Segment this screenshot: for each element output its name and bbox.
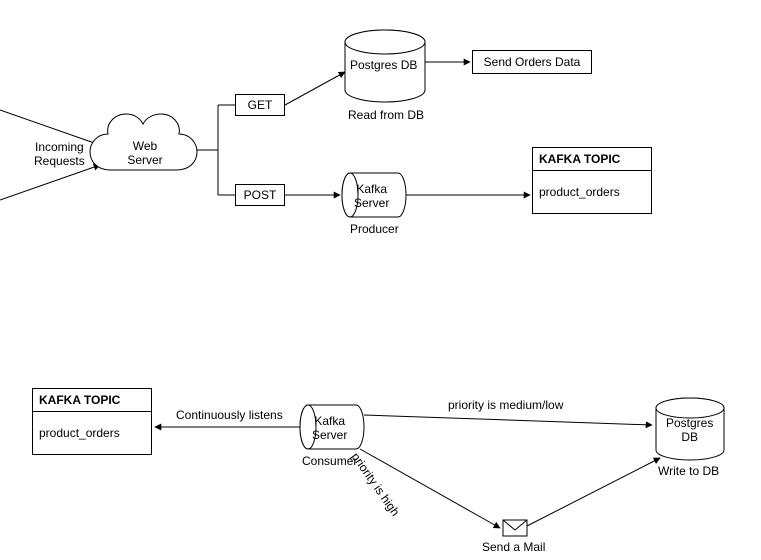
mail-icon — [503, 520, 527, 536]
kafka-topic-top-body: product_orders — [533, 171, 651, 213]
incoming-requests-label: Incoming Requests — [34, 140, 85, 168]
continuously-listens-label: Continuously listens — [176, 408, 283, 422]
write-to-db-caption: Write to DB — [658, 464, 719, 478]
kafka-topic-bottom: KAFKA TOPIC product_orders — [32, 388, 152, 455]
web-server: Web Server — [105, 135, 185, 170]
get-box: GET — [235, 94, 285, 116]
kafka-server-top-label: Kafka Server — [354, 182, 389, 210]
producer-caption: Producer — [350, 222, 399, 236]
kafka-topic-top-title: KAFKA TOPIC — [533, 148, 651, 171]
kafka-topic-bottom-body: product_orders — [33, 412, 151, 454]
post-box: POST — [235, 184, 285, 206]
kafka-server-bottom-label: Kafka Server — [312, 414, 347, 442]
read-from-db-caption: Read from DB — [348, 108, 424, 122]
kafka-topic-top: KAFKA TOPIC product_orders — [532, 147, 652, 214]
priority-medium-low-label: priority is medium/low — [448, 398, 563, 412]
priority-high-label: priority is high — [349, 450, 403, 519]
kafka-topic-bottom-title: KAFKA TOPIC — [33, 389, 151, 412]
send-mail-caption: Send a Mail — [482, 540, 545, 554]
send-orders-box: Send Orders Data — [472, 50, 592, 74]
postgres-db-top-label: Postgres DB — [350, 58, 417, 72]
postgres-db-bottom-label: Postgres DB — [666, 416, 713, 444]
